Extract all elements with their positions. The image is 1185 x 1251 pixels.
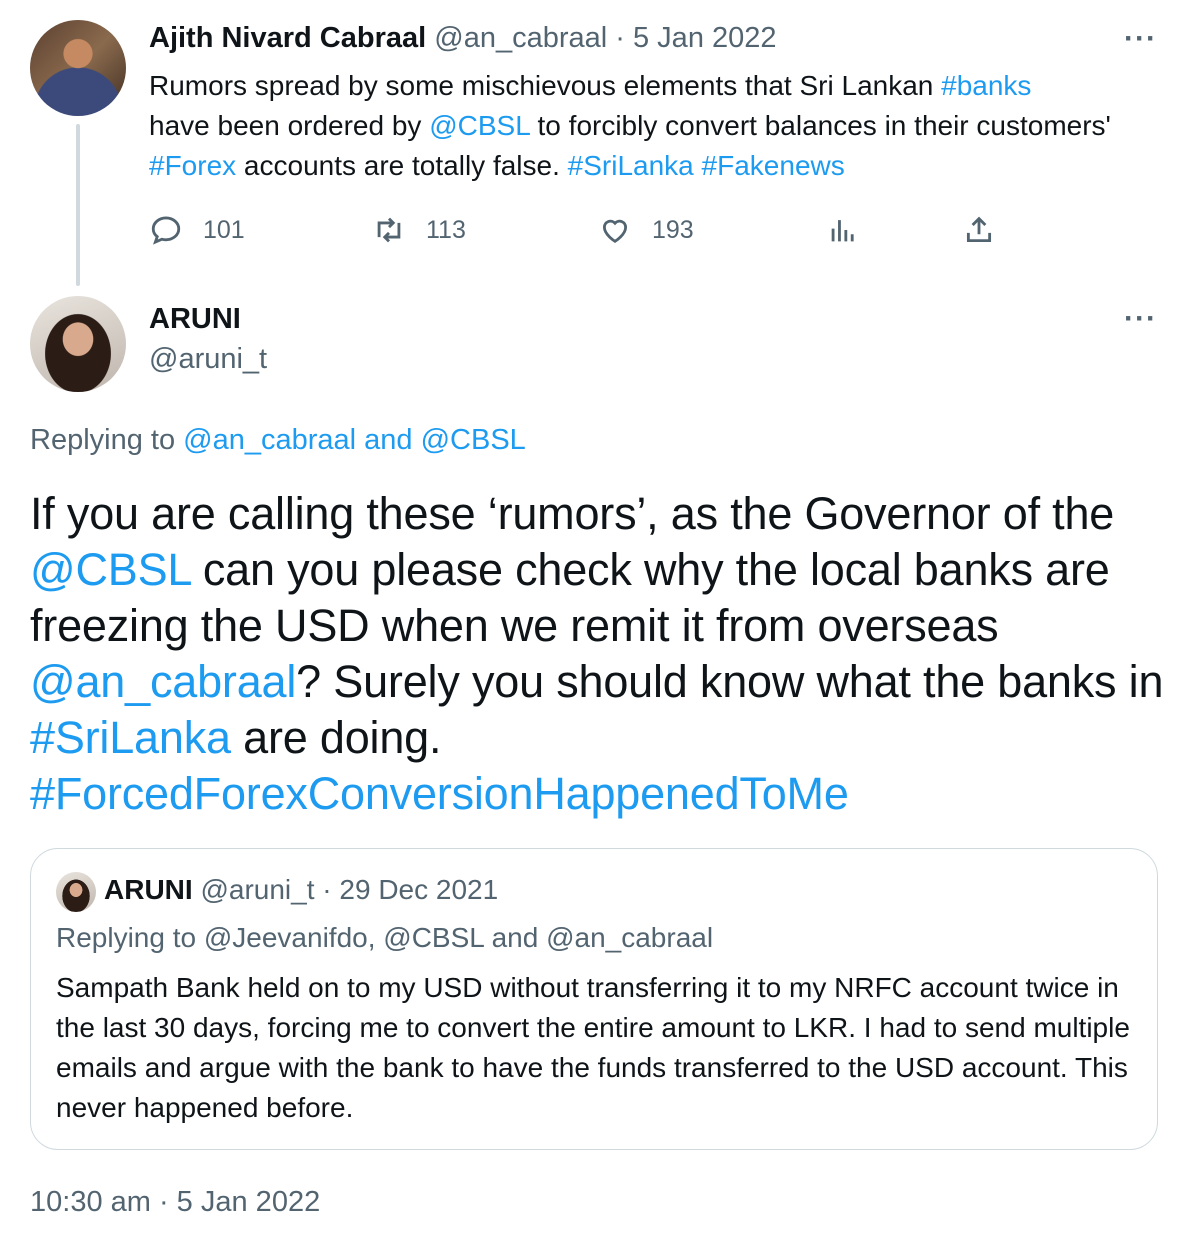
separator-dot: · xyxy=(615,22,625,54)
more-icon[interactable]: ··· xyxy=(1124,302,1157,336)
mention-link[interactable]: @an_cabraal xyxy=(183,424,356,456)
parent-tweet-text: Rumors spread by some mischievous elemen… xyxy=(149,66,1139,186)
mention-link[interactable]: @CBSL xyxy=(421,424,526,456)
hashtag-link[interactable]: #SriLanka xyxy=(30,712,231,763)
replying-prefix: Replying to xyxy=(30,424,184,456)
author-name[interactable]: ARUNI xyxy=(149,303,241,336)
share-button[interactable] xyxy=(962,210,996,250)
retweet-count: 113 xyxy=(426,215,466,244)
avatar-aruni-small xyxy=(56,872,96,912)
text-segment xyxy=(694,150,702,181)
mention-link[interactable]: @CBSL xyxy=(429,110,530,141)
avatar-an-cabraal[interactable] xyxy=(30,20,126,116)
avatar-aruni[interactable] xyxy=(30,296,126,392)
hashtag-link[interactable]: #SriLanka xyxy=(568,150,694,181)
hashtag-link[interactable]: #Fakenews xyxy=(702,150,845,181)
mention-link[interactable]: @CBSL xyxy=(30,544,191,595)
text-segment: ? Surely you should know what the banks … xyxy=(296,656,1164,707)
share-icon xyxy=(966,216,992,243)
text-segment: have been ordered by xyxy=(149,110,430,141)
more-icon[interactable]: ··· xyxy=(1124,22,1157,56)
like-count: 193 xyxy=(652,215,694,244)
thread-connector-line xyxy=(76,124,80,286)
like-button[interactable]: 193 xyxy=(598,210,694,250)
text-segment: can you please check why the local banks… xyxy=(30,544,1110,651)
reply-icon xyxy=(151,216,181,245)
author-handle[interactable]: @an_cabraal xyxy=(434,22,607,54)
text-segment: are doing. xyxy=(230,712,442,763)
quoted-tweet-text: Sampath Bank held on to my USD without t… xyxy=(56,972,1130,1123)
reply-button[interactable]: 101 xyxy=(149,210,245,250)
quoted-tweet-date: 29 Dec 2021 xyxy=(339,874,499,905)
reply-tweet-text: If you are calling these ‘rumors’, as th… xyxy=(30,486,1170,822)
separator-dot: · xyxy=(322,874,332,905)
author-handle[interactable]: @aruni_t xyxy=(149,343,267,376)
text-segment: accounts are totally false. xyxy=(236,150,568,181)
hashtag-link[interactable]: #ForcedForexConversionHappenedToMe xyxy=(30,768,849,819)
analytics-button[interactable] xyxy=(826,210,860,250)
parent-tweet-header: Ajith Nivard Cabraal @an_cabraal · 5 Jan… xyxy=(149,22,777,55)
analytics-icon xyxy=(831,220,854,242)
quoted-tweet-header: ARUNI @aruni_t · 29 Dec 2021 xyxy=(104,874,498,906)
author-name[interactable]: Ajith Nivard Cabraal xyxy=(149,22,426,54)
text-segment: If you are calling these ‘rumors’, as th… xyxy=(30,488,1115,539)
tweet-timestamp[interactable]: 10:30 am · 5 Jan 2022 xyxy=(30,1186,320,1219)
text-segment: to forcibly convert balances in their cu… xyxy=(529,110,1111,141)
tweet-date[interactable]: 5 Jan 2022 xyxy=(633,22,777,54)
quoted-author-handle: @aruni_t xyxy=(200,874,315,905)
hashtag-link[interactable]: #banks xyxy=(941,70,1031,101)
retweet-button[interactable]: 113 xyxy=(372,210,466,250)
like-icon xyxy=(602,219,628,243)
quoted-replying-to: Replying to @Jeevanifdo, @CBSL and @an_c… xyxy=(56,922,714,953)
mention-link[interactable]: @an_cabraal xyxy=(30,656,296,707)
hashtag-link[interactable]: #Forex xyxy=(149,150,236,181)
replying-and: and xyxy=(356,424,421,456)
quoted-author-name: ARUNI xyxy=(104,874,193,905)
reply-count: 101 xyxy=(203,215,245,244)
text-segment: Rumors spread by some mischievous elemen… xyxy=(149,70,942,101)
replying-to: Replying to @an_cabraal and @CBSL xyxy=(30,424,526,457)
retweet-icon xyxy=(377,217,401,243)
